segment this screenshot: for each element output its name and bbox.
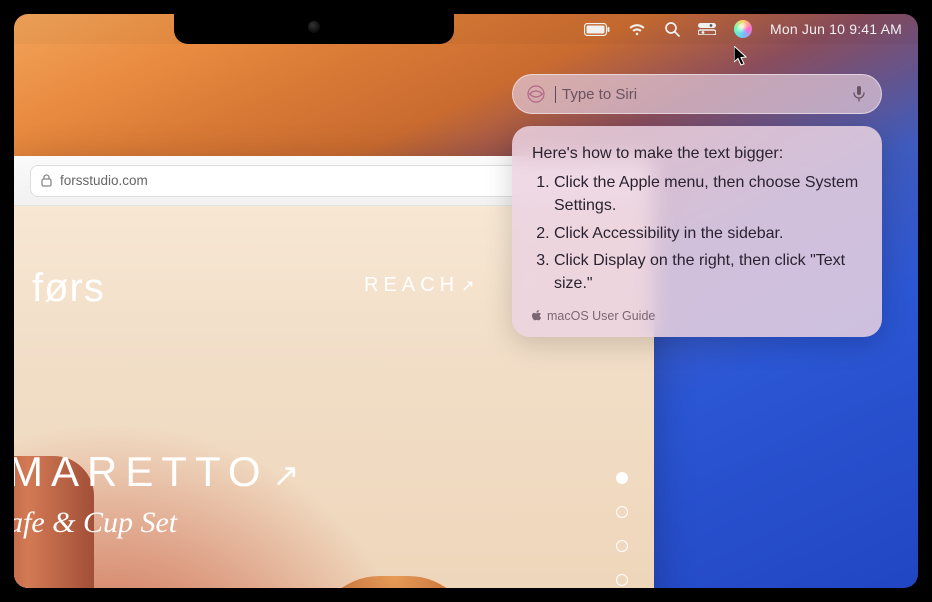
- hero-headline: MARETTO↗: [14, 448, 307, 496]
- microphone-icon[interactable]: [851, 86, 867, 102]
- siri-response-card: Here's how to make the text bigger: Clic…: [512, 126, 882, 337]
- product-photo-cup: [314, 576, 474, 602]
- siri-glyph-icon: [527, 85, 545, 103]
- camera-dot: [308, 21, 320, 33]
- menubar: Mon Jun 10 9:41 AM: [14, 14, 918, 44]
- carousel-dot-3[interactable]: [616, 540, 628, 552]
- wifi-icon[interactable]: [628, 22, 646, 36]
- carousel-dot-1[interactable]: [616, 472, 628, 484]
- arrow-ne-icon: ↗: [461, 278, 479, 295]
- siri-placeholder: Type to Siri: [555, 86, 841, 103]
- url-text: forsstudio.com: [60, 173, 148, 188]
- lock-icon: [41, 174, 52, 187]
- siri-response-intro: Here's how to make the text bigger:: [532, 142, 862, 165]
- siri-steps-list: Click the Apple menu, then choose System…: [532, 171, 862, 295]
- desktop-wallpaper: Mon Jun 10 9:41 AM forsstudio.com førs: [14, 14, 918, 588]
- siri-input[interactable]: Type to Siri: [512, 74, 882, 114]
- brand-logo[interactable]: førs: [32, 266, 105, 311]
- mouse-cursor: [734, 46, 750, 68]
- siri-source-label: macOS User Guide: [547, 307, 655, 325]
- carousel-dots: [616, 472, 628, 586]
- apple-logo-icon: [532, 310, 542, 322]
- nav-reach[interactable]: REACH↗: [364, 274, 479, 297]
- battery-icon[interactable]: [584, 23, 610, 36]
- control-center-icon[interactable]: [698, 23, 716, 35]
- carousel-dot-2[interactable]: [616, 506, 628, 518]
- notch: [174, 14, 454, 44]
- carousel-dot-4[interactable]: [616, 574, 628, 586]
- nav-reach-label: REACH: [364, 274, 459, 296]
- siri-step: Click Accessibility in the sidebar.: [554, 222, 862, 245]
- siri-step: Click the Apple menu, then choose System…: [554, 171, 862, 217]
- search-icon[interactable]: [664, 21, 680, 37]
- hero-subhead: afe & Cup Set: [14, 506, 177, 540]
- siri-source[interactable]: macOS User Guide: [532, 307, 862, 325]
- siri-step: Click Display on the right, then click "…: [554, 249, 862, 295]
- headline-text: MARETTO: [14, 448, 269, 495]
- siri-icon[interactable]: [734, 20, 752, 38]
- arrow-ne-icon: ↗: [273, 457, 308, 493]
- datetime[interactable]: Mon Jun 10 9:41 AM: [770, 21, 902, 37]
